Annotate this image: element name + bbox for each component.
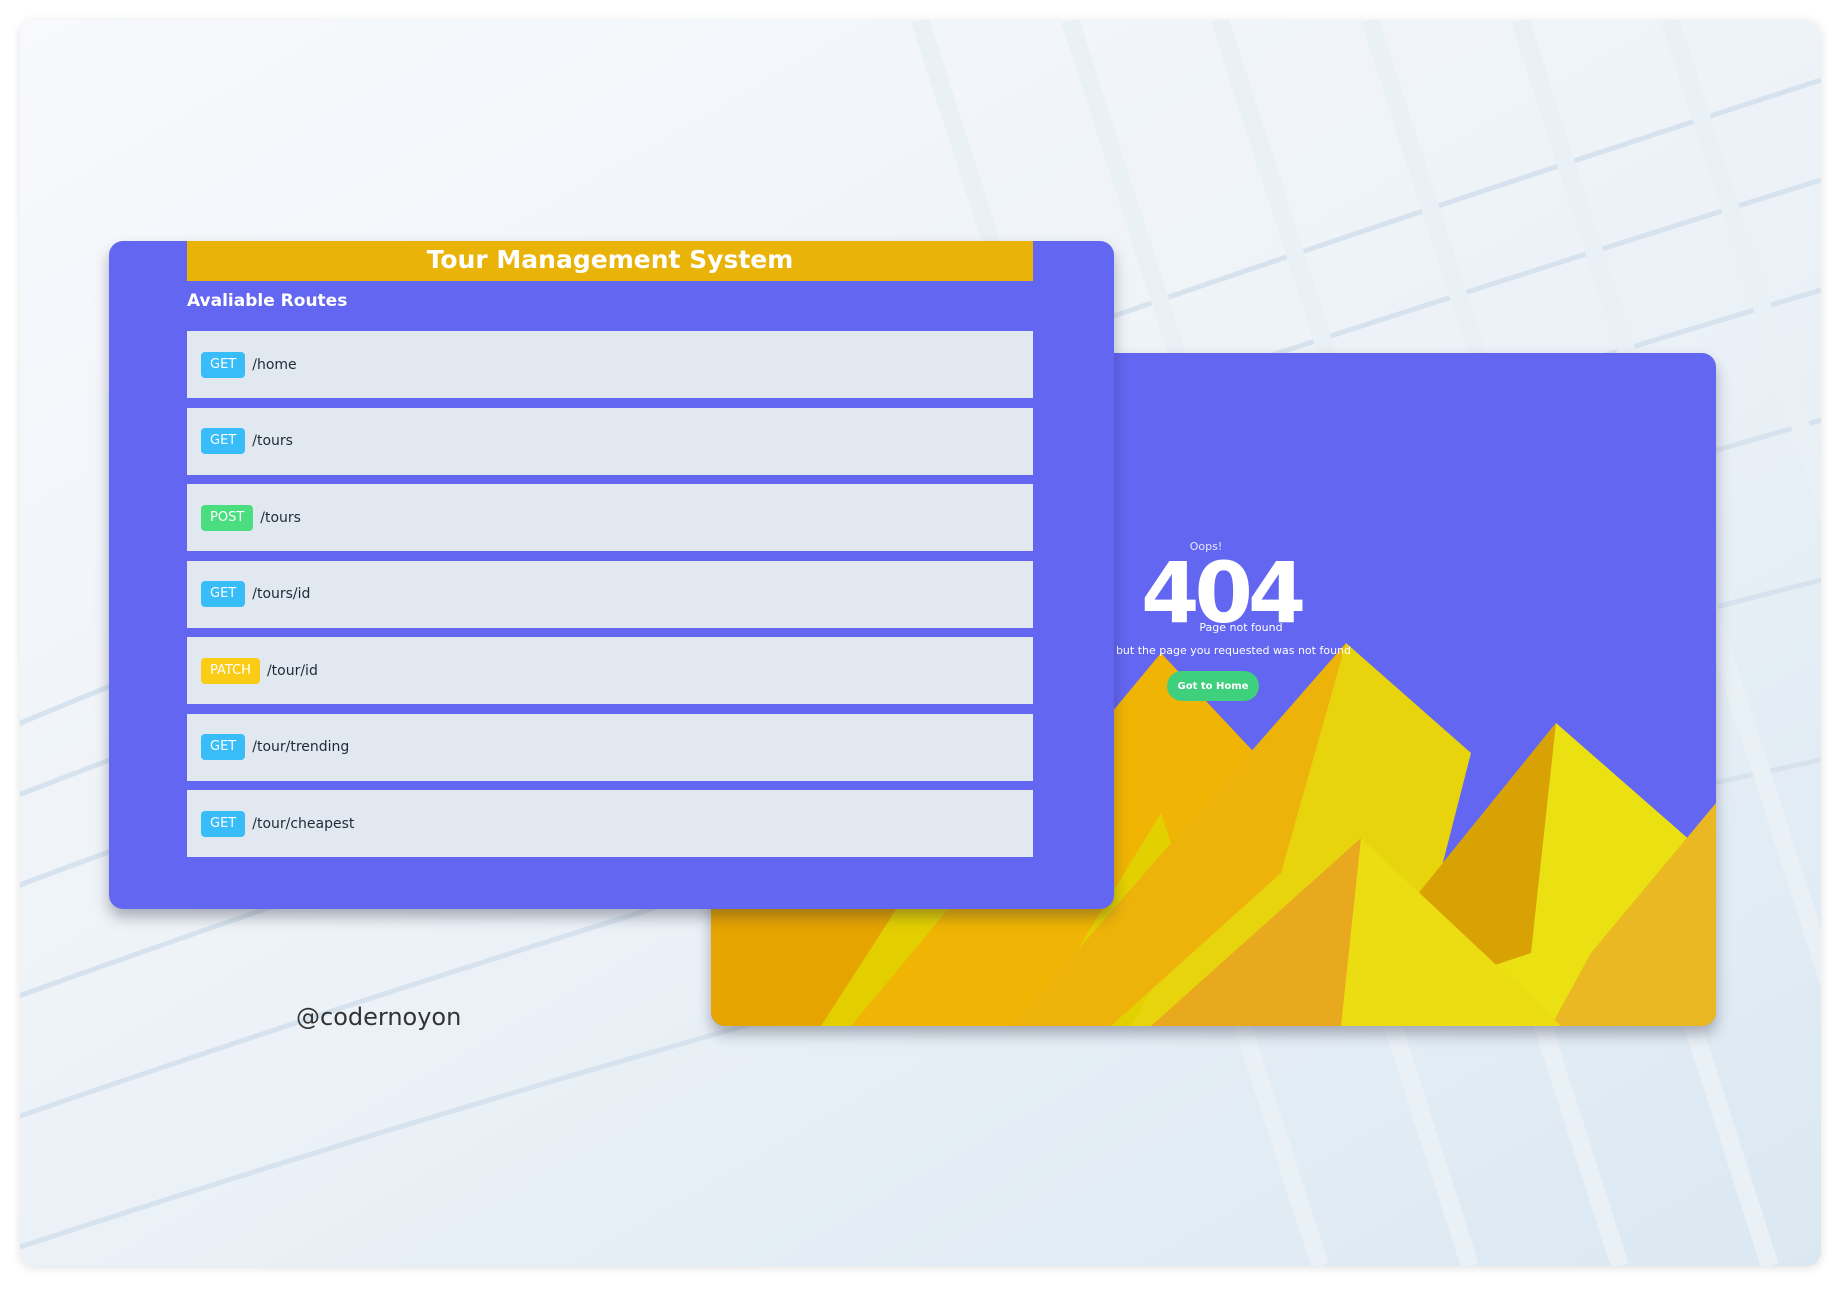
error-heading: Page not found (1199, 621, 1283, 634)
method-badge: POST (201, 504, 254, 531)
method-badge: GET (201, 581, 246, 607)
route-item[interactable]: GET /tours (187, 407, 1033, 475)
route-item[interactable]: GET /tour/cheapest (187, 790, 1033, 857)
method-badge: GET (201, 734, 246, 760)
route-item[interactable]: GET /tours/id (187, 560, 1033, 628)
page-title: Tour Management System (187, 241, 1033, 281)
method-badge: PATCH (201, 657, 260, 684)
routes-heading: Avaliable Routes (187, 291, 348, 311)
routes-preview: Tour Management System Avaliable Routes … (109, 241, 1114, 909)
route-path: /home (252, 356, 297, 373)
route-item[interactable]: PATCH /tour/id (187, 637, 1033, 704)
route-item[interactable]: GET /tour/trending (187, 713, 1033, 781)
go-home-button[interactable]: Got to Home (1167, 671, 1259, 701)
route-path: /tour/trending (252, 739, 350, 755)
route-path: /tours (252, 433, 293, 449)
method-badge: GET (201, 428, 246, 454)
author-handle: @codernoyon (296, 1003, 462, 1031)
route-path: /tours/id (252, 586, 311, 602)
method-badge: GET (201, 351, 246, 378)
route-item[interactable]: POST /tours (187, 484, 1033, 551)
method-badge: GET (201, 810, 246, 837)
route-item[interactable]: GET /home (187, 331, 1033, 398)
route-list: GET /home GET /tours POST /tours GET /to… (187, 331, 1033, 867)
route-path: /tour/cheapest (252, 815, 355, 832)
route-path: /tour/id (266, 662, 318, 679)
route-path: /tours (260, 509, 301, 526)
